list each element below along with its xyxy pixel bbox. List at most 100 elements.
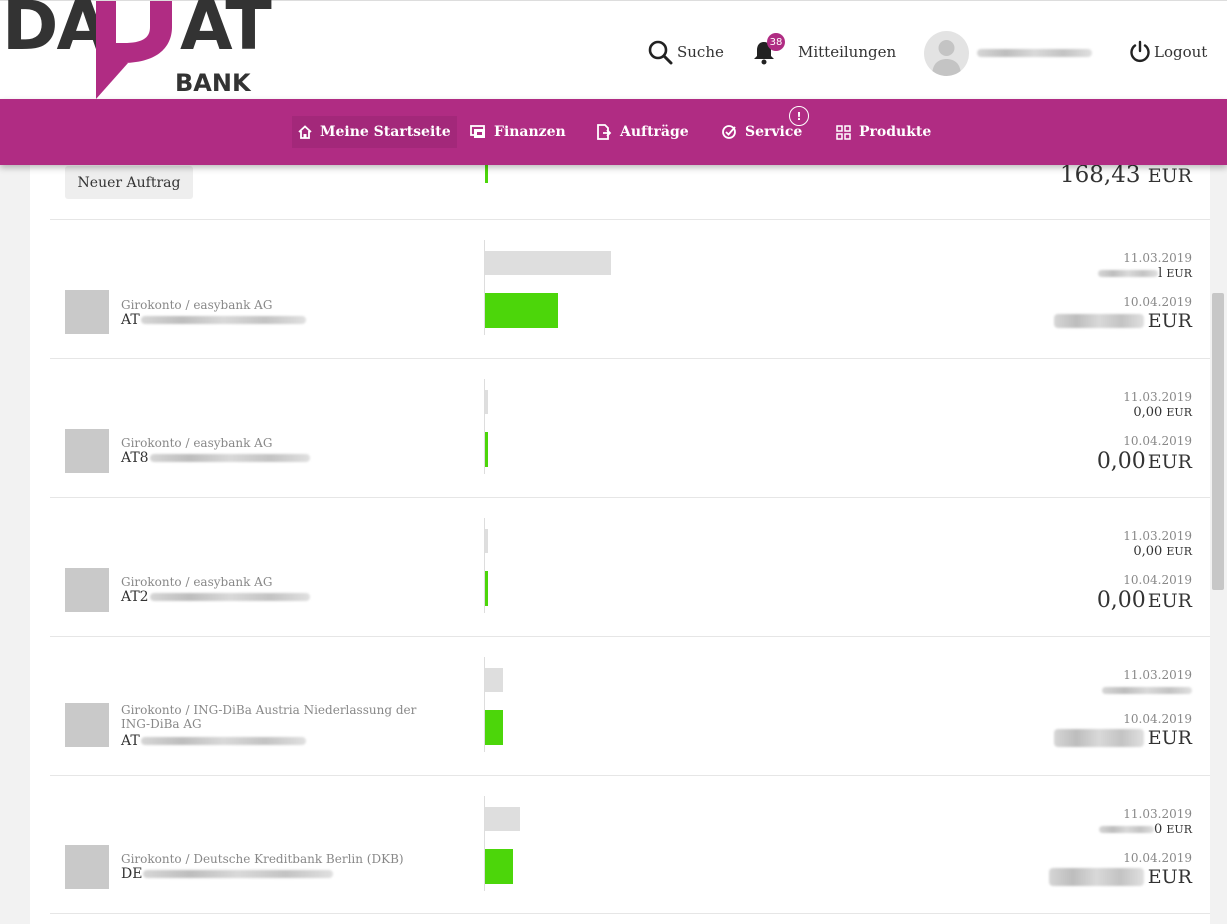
account-number-redacted (140, 737, 306, 745)
bar-current-balance (485, 293, 558, 328)
account-number: AT (121, 733, 306, 749)
account-number: AT8 (121, 450, 310, 466)
bar-current-balance (485, 710, 503, 745)
home-icon (298, 125, 312, 139)
account-row[interactable]: Girokonto / ING-DiBa Austria Niederlassu… (50, 636, 1210, 776)
account-number-prefix: DE (121, 866, 143, 882)
previous-amount: 0,00 EUR (1133, 405, 1192, 420)
account-number: AT (121, 312, 306, 328)
account-type: Girokonto / easybank AG (121, 298, 273, 312)
account-row[interactable]: Girokonto / easybank AG AT2 11.03.2019 0… (50, 497, 1210, 637)
amount-redacted (1048, 868, 1144, 886)
account-row[interactable]: Girokonto / Deutsche Kreditbank Berlin (… (50, 775, 1210, 915)
bar-previous-balance (485, 807, 520, 831)
account-row[interactable]: Girokonto / easybank AG AT8 11.03.2019 0… (50, 358, 1210, 498)
avatar[interactable] (924, 31, 969, 76)
current-amount-value: 0,00 (1096, 449, 1146, 474)
previous-amount-value: 0 (1153, 822, 1163, 837)
account-thumbnail (65, 703, 109, 747)
previous-amount-currency: EUR (1166, 406, 1192, 419)
account-number-prefix: AT2 (121, 589, 149, 605)
bar-previous-balance (485, 251, 611, 275)
amount-redacted (1053, 314, 1144, 328)
nav-item-produkte[interactable]: Produkte (830, 116, 937, 148)
previous-date: 11.03.2019 (1123, 529, 1192, 543)
power-icon (1130, 40, 1150, 63)
nav-item-meine-startseite[interactable]: Meine Startseite (292, 116, 457, 148)
account-number-redacted (149, 454, 310, 462)
bar-previous-balance (485, 668, 503, 692)
account-number-redacted (143, 870, 334, 878)
account-thumbnail (65, 429, 109, 473)
scrollbar-thumb[interactable] (1212, 293, 1224, 590)
bar-current-balance (485, 571, 488, 606)
account-row[interactable]: Girokonto / easybank AG AT 11.03.2019 l … (50, 219, 1210, 359)
current-amount: EUR (1053, 727, 1192, 749)
current-amount-currency: EUR (1147, 450, 1192, 473)
previous-amount-value: l (1158, 266, 1163, 281)
account-number: DE (121, 866, 334, 882)
current-date: 10.04.2019 (1123, 573, 1192, 587)
search-label: Suche (677, 43, 724, 61)
bar-current-balance (485, 849, 513, 884)
account-number-prefix: AT (121, 733, 140, 749)
current-date: 10.04.2019 (1123, 712, 1192, 726)
logo-text-at: AT (180, 0, 272, 66)
nav-label: Meine Startseite (320, 124, 451, 140)
grid-icon (836, 124, 851, 140)
logout-button[interactable]: Logout (1128, 39, 1207, 65)
top-balance-value: 168,43 (1060, 162, 1141, 188)
notifications-count-badge: 38 (767, 33, 785, 51)
nav-label: Service (745, 124, 803, 140)
current-amount-value: 0,00 (1096, 588, 1146, 613)
account-thumbnail (65, 568, 109, 612)
logo-speech-bubble-icon (96, 1, 172, 99)
username-redacted[interactable] (977, 49, 1092, 57)
previous-amount-currency: EUR (1166, 823, 1192, 836)
top-balance-currency: EUR (1147, 165, 1192, 187)
nav-item-finanzen[interactable]: Finanzen (464, 116, 572, 148)
row-divider (50, 913, 1210, 914)
bell-wrapper: 38 (752, 33, 785, 65)
previous-date: 11.03.2019 (1123, 390, 1192, 404)
bar-current-balance (485, 432, 488, 467)
previous-date: 11.03.2019 (1123, 251, 1192, 265)
top-header: DA AT BANK Suche 38 Mitteilungen Logout (0, 0, 1227, 101)
bar-previous-balance (485, 390, 488, 414)
amount-redacted (1102, 687, 1192, 694)
notifications-label: Mitteilungen (798, 43, 897, 61)
search-button[interactable]: Suche (647, 39, 724, 65)
previous-amount (1102, 683, 1192, 698)
current-amount-currency: EUR (1147, 727, 1192, 749)
dadat-bank-logo[interactable]: DA AT BANK (0, 0, 275, 101)
account-type: Girokonto / easybank AG (121, 436, 273, 450)
current-date: 10.04.2019 (1123, 434, 1192, 448)
account-number-redacted (140, 316, 306, 324)
nav-label: Produkte (859, 124, 932, 140)
previous-amount: 0 EUR (1098, 822, 1192, 837)
previous-amount-currency: EUR (1166, 267, 1192, 280)
current-date: 10.04.2019 (1123, 851, 1192, 865)
notifications-button[interactable]: 38 Mitteilungen (752, 33, 897, 65)
logo-text-bank: BANK (175, 69, 251, 97)
current-amount: 0,00 EUR (1097, 449, 1192, 474)
new-order-button[interactable]: Neuer Auftrag (65, 166, 193, 199)
previous-amount-value: 0,00 (1133, 405, 1163, 420)
amount-redacted (1098, 826, 1154, 833)
account-type: Girokonto / easybank AG (121, 575, 273, 589)
current-amount: EUR (1048, 866, 1192, 888)
document-arrow-icon (597, 124, 612, 140)
top-balance: 168,43 EUR (1060, 162, 1192, 188)
nav-item-auftraege[interactable]: Aufträge (590, 116, 695, 148)
previous-date: 11.03.2019 (1123, 668, 1192, 682)
current-amount-currency: EUR (1147, 866, 1192, 888)
current-amount: 0,00 EUR (1097, 588, 1192, 613)
user-silhouette-icon (932, 40, 961, 76)
service-alert-icon: ! (789, 106, 809, 126)
current-amount: EUR (1053, 310, 1192, 332)
account-number-prefix: AT8 (121, 450, 149, 466)
amount-redacted (1098, 270, 1159, 277)
current-date: 10.04.2019 (1123, 295, 1192, 309)
account-thumbnail (65, 845, 109, 889)
previous-amount-currency: EUR (1166, 545, 1192, 558)
